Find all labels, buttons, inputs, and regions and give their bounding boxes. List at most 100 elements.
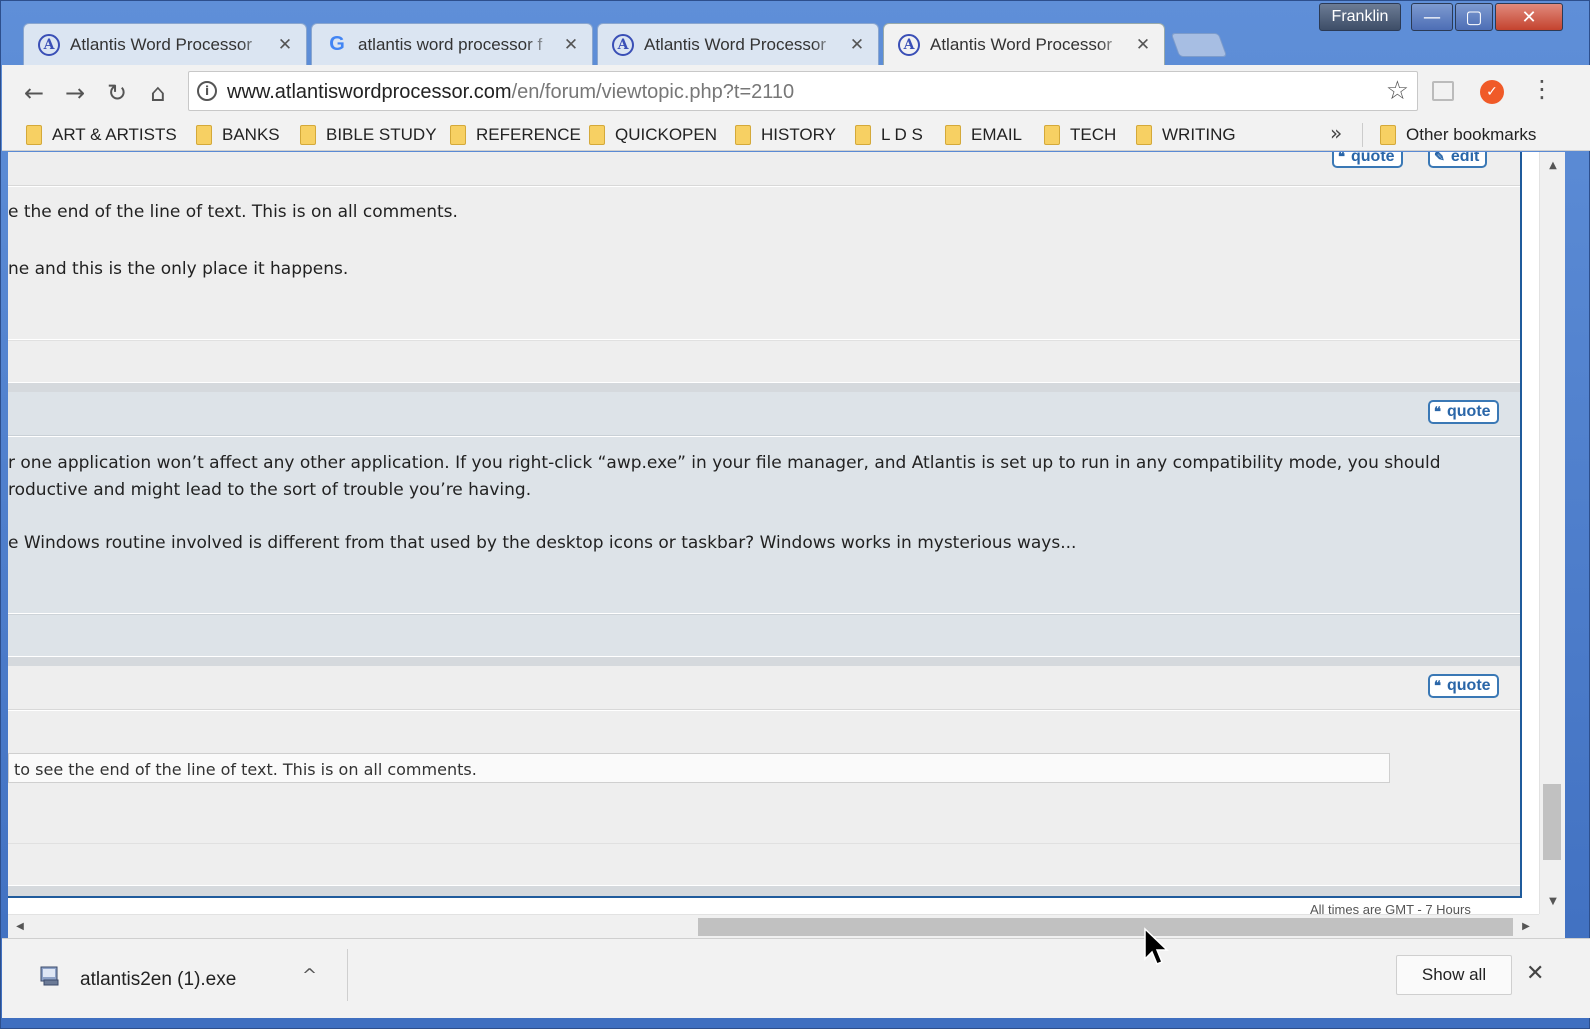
bookmark-label: BANKS [222, 125, 280, 144]
bookmark-label: BIBLE STUDY [326, 125, 437, 144]
timezone-footer: All times are GMT - 7 Hours [1310, 902, 1471, 914]
bookmark-label: TECH [1070, 125, 1117, 144]
quoted-text-box: to see the end of the line of text. This… [8, 753, 1390, 783]
horizontal-scroll-thumb[interactable] [698, 918, 1513, 936]
tab-close-icon[interactable]: ✕ [1134, 35, 1152, 55]
google-favicon-icon: G [329, 33, 345, 55]
address-bar[interactable]: i www.atlantiswordprocessor.com/en/forum… [188, 71, 1418, 111]
folder-icon [1044, 125, 1060, 145]
bookmarks-overflow-button[interactable]: » [1330, 121, 1342, 145]
forward-button[interactable]: → [59, 77, 91, 109]
bookmark-folder[interactable]: L D S [855, 123, 923, 147]
other-bookmarks[interactable]: Other bookmarks [1380, 123, 1536, 147]
download-filename[interactable]: atlantis2en (1).exe [80, 969, 236, 991]
tab-strip: A Atlantis Word Processor ✕ G atlantis w… [1, 1, 1590, 66]
post-signature [8, 843, 1520, 885]
post-text: r one application won’t affect any other… [8, 453, 1441, 473]
folder-icon [26, 125, 42, 145]
vertical-scrollbar[interactable]: ▲ ▼ [1539, 152, 1565, 914]
tab-4-active[interactable]: A Atlantis Word Processor ✕ [883, 23, 1165, 66]
exe-file-icon [40, 966, 59, 986]
url-path: /en/forum/viewtopic.php?t=2110 [511, 81, 795, 103]
info-icon[interactable]: i [197, 81, 217, 101]
quote-icon: ❝ [1434, 678, 1441, 693]
bookmark-folder[interactable]: EMAIL [945, 123, 1022, 147]
bookmark-folder[interactable]: BANKS [196, 123, 280, 147]
folder-icon [1136, 125, 1152, 145]
bookmarks-bar: ART & ARTISTS BANKS BIBLE STUDY REFERENC… [2, 117, 1590, 151]
new-tab-button[interactable] [1170, 33, 1228, 57]
post-header: ❝ quote ✎ edit [8, 152, 1520, 186]
scroll-down-arrow-icon[interactable]: ▼ [1540, 892, 1566, 912]
quote-button[interactable]: ❝ quote [1428, 674, 1499, 698]
folder-icon [945, 125, 961, 145]
bookmark-label: WRITING [1162, 125, 1236, 144]
download-separator [347, 949, 348, 1001]
show-all-button[interactable]: Show all [1396, 955, 1512, 995]
bookmark-folder[interactable]: QUICKOPEN [589, 123, 717, 147]
tab-close-icon[interactable]: ✕ [276, 35, 294, 55]
edit-button[interactable]: ✎ edit [1428, 152, 1488, 168]
extension-check-icon[interactable]: ✓ [1480, 80, 1504, 104]
page-viewport: ❝ quote ✎ edit e the end of the line of te… [8, 152, 1539, 914]
post-signature [8, 340, 1520, 382]
home-button[interactable]: ⌂ [142, 77, 174, 109]
post-text: e the end of the line of text. This is o… [8, 202, 458, 222]
bookmark-folder[interactable]: TECH [1044, 123, 1116, 147]
chevron-up-icon[interactable]: ^ [302, 965, 317, 986]
folder-icon [855, 125, 871, 145]
close-window-button[interactable]: ✕ [1495, 3, 1563, 31]
url-domain: www.atlantiswordprocessor.com [227, 81, 512, 103]
quote-label: quote [1447, 677, 1491, 694]
close-shelf-icon[interactable]: ✕ [1526, 961, 1544, 986]
scroll-left-arrow-icon[interactable]: ◀ [10, 915, 30, 939]
bookmark-label: Other bookmarks [1406, 125, 1537, 144]
quote-button[interactable]: ❝ quote [1428, 400, 1499, 424]
folder-icon [300, 125, 316, 145]
bookmark-folder[interactable]: BIBLE STUDY [300, 123, 437, 147]
tab-3[interactable]: A Atlantis Word Processor ✕ [597, 23, 879, 65]
bookmark-star-icon[interactable]: ☆ [1386, 76, 1409, 106]
reload-button[interactable]: ↻ [101, 77, 133, 109]
atlantis-favicon-icon: A [898, 34, 920, 56]
post-text: ne and this is the only place it happens… [8, 259, 349, 279]
menu-icon[interactable]: ⋮ [1530, 75, 1554, 103]
tab-close-icon[interactable]: ✕ [848, 35, 866, 55]
profile-button[interactable]: Franklin [1319, 3, 1401, 31]
bookmark-folder[interactable]: ART & ARTISTS [26, 123, 177, 147]
quote-label: quote [1351, 152, 1395, 165]
quote-icon: ❝ [1434, 404, 1441, 419]
minimize-button[interactable]: — [1411, 3, 1453, 31]
scroll-right-arrow-icon[interactable]: ▶ [1516, 915, 1536, 939]
tab-title: Atlantis Word Processor [70, 34, 253, 54]
folder-icon [735, 125, 751, 145]
scroll-up-arrow-icon[interactable]: ▲ [1540, 156, 1566, 176]
edit-label: edit [1450, 152, 1480, 165]
bookmark-folder[interactable]: WRITING [1136, 123, 1236, 147]
folder-icon [589, 125, 605, 145]
tab-close-icon[interactable]: ✕ [562, 35, 580, 55]
quote-button[interactable]: ❝ quote [1332, 152, 1403, 168]
forum-posts: ❝ quote ✎ edit e the end of the line of te… [8, 152, 1522, 898]
vertical-scroll-thumb[interactable] [1543, 784, 1561, 860]
tab-title: atlantis word processor f [358, 34, 543, 54]
maximize-button[interactable]: ▢ [1455, 3, 1493, 31]
extension-icon[interactable] [1432, 81, 1454, 101]
folder-icon [450, 125, 466, 145]
download-shelf: atlantis2en (1).exe ^ Show all ✕ [2, 938, 1590, 1018]
quote-label: quote [1447, 403, 1491, 420]
tab-1[interactable]: A Atlantis Word Processor ✕ [23, 23, 307, 65]
tab-title: Atlantis Word Processor [930, 35, 1113, 54]
scrollbar-corner [1539, 914, 1565, 938]
bookmark-folder[interactable]: HISTORY [735, 123, 836, 147]
back-button[interactable]: ← [18, 77, 50, 109]
post-body: e the end of the line of text. This is o… [8, 187, 1520, 339]
bookmark-label: HISTORY [761, 125, 836, 144]
horizontal-scrollbar[interactable]: ◀ ▶ [8, 914, 1539, 938]
tab-2[interactable]: G atlantis word processor f ✕ [311, 23, 593, 65]
bookmark-label: REFERENCE [476, 125, 581, 144]
edit-icon: ✎ [1434, 152, 1445, 164]
url-text[interactable]: www.atlantiswordprocessor.com/en/forum/v… [227, 81, 794, 104]
bookmark-label: ART & ARTISTS [52, 125, 177, 144]
bookmark-folder[interactable]: REFERENCE [450, 123, 581, 147]
